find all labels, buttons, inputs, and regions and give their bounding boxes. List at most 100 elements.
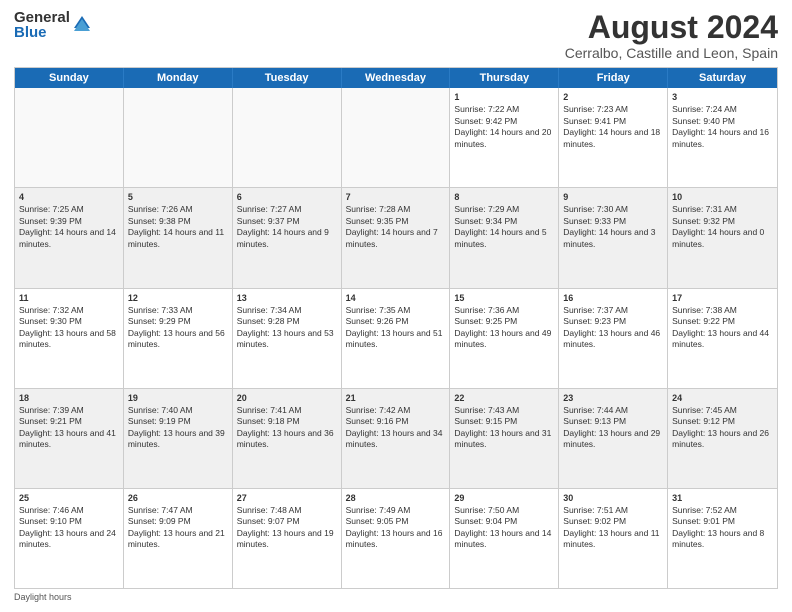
day-number: 28 bbox=[346, 492, 446, 504]
calendar-cell: 7Sunrise: 7:28 AMSunset: 9:35 PMDaylight… bbox=[342, 188, 451, 287]
day-number: 29 bbox=[454, 492, 554, 504]
day-info: Daylight: 14 hours and 9 minutes. bbox=[237, 227, 337, 250]
calendar-week: 4Sunrise: 7:25 AMSunset: 9:39 PMDaylight… bbox=[15, 188, 777, 288]
day-info: Sunset: 9:34 PM bbox=[454, 216, 554, 227]
day-info: Sunrise: 7:29 AM bbox=[454, 204, 554, 215]
calendar-cell: 15Sunrise: 7:36 AMSunset: 9:25 PMDayligh… bbox=[450, 289, 559, 388]
day-number: 26 bbox=[128, 492, 228, 504]
day-info: Sunset: 9:28 PM bbox=[237, 316, 337, 327]
title-block: August 2024 Cerralbo, Castille and Leon,… bbox=[565, 10, 778, 61]
calendar-cell: 13Sunrise: 7:34 AMSunset: 9:28 PMDayligh… bbox=[233, 289, 342, 388]
day-number: 3 bbox=[672, 91, 773, 103]
main-title: August 2024 bbox=[565, 10, 778, 45]
calendar-header-cell: Wednesday bbox=[342, 68, 451, 88]
day-info: Sunrise: 7:27 AM bbox=[237, 204, 337, 215]
day-number: 27 bbox=[237, 492, 337, 504]
day-number: 14 bbox=[346, 292, 446, 304]
day-info: Sunrise: 7:41 AM bbox=[237, 405, 337, 416]
day-info: Sunrise: 7:49 AM bbox=[346, 505, 446, 516]
day-info: Sunrise: 7:33 AM bbox=[128, 305, 228, 316]
day-info: Sunset: 9:15 PM bbox=[454, 416, 554, 427]
day-info: Sunset: 9:07 PM bbox=[237, 516, 337, 527]
day-info: Sunset: 9:25 PM bbox=[454, 316, 554, 327]
day-info: Daylight: 14 hours and 3 minutes. bbox=[563, 227, 663, 250]
calendar-cell bbox=[15, 88, 124, 187]
day-number: 2 bbox=[563, 91, 663, 103]
day-info: Sunrise: 7:32 AM bbox=[19, 305, 119, 316]
calendar-week: 18Sunrise: 7:39 AMSunset: 9:21 PMDayligh… bbox=[15, 389, 777, 489]
calendar-header-cell: Thursday bbox=[450, 68, 559, 88]
calendar-cell bbox=[233, 88, 342, 187]
calendar-cell: 24Sunrise: 7:45 AMSunset: 9:12 PMDayligh… bbox=[668, 389, 777, 488]
day-info: Sunset: 9:41 PM bbox=[563, 116, 663, 127]
page: General Blue August 2024 Cerralbo, Casti… bbox=[0, 0, 792, 612]
day-info: Daylight: 13 hours and 58 minutes. bbox=[19, 328, 119, 351]
day-info: Sunset: 9:16 PM bbox=[346, 416, 446, 427]
calendar-week: 1Sunrise: 7:22 AMSunset: 9:42 PMDaylight… bbox=[15, 88, 777, 188]
day-info: Sunset: 9:30 PM bbox=[19, 316, 119, 327]
day-info: Daylight: 13 hours and 44 minutes. bbox=[672, 328, 773, 351]
logo-text: General Blue bbox=[14, 10, 70, 40]
day-info: Daylight: 13 hours and 29 minutes. bbox=[563, 428, 663, 451]
calendar-cell: 25Sunrise: 7:46 AMSunset: 9:10 PMDayligh… bbox=[15, 489, 124, 588]
day-info: Sunrise: 7:31 AM bbox=[672, 204, 773, 215]
calendar-cell: 31Sunrise: 7:52 AMSunset: 9:01 PMDayligh… bbox=[668, 489, 777, 588]
day-number: 17 bbox=[672, 292, 773, 304]
day-info: Sunset: 9:29 PM bbox=[128, 316, 228, 327]
day-info: Sunrise: 7:44 AM bbox=[563, 405, 663, 416]
day-info: Sunrise: 7:47 AM bbox=[128, 505, 228, 516]
day-number: 9 bbox=[563, 191, 663, 203]
calendar-cell bbox=[342, 88, 451, 187]
calendar-cell: 23Sunrise: 7:44 AMSunset: 9:13 PMDayligh… bbox=[559, 389, 668, 488]
logo-general: General bbox=[14, 10, 70, 25]
day-info: Sunrise: 7:51 AM bbox=[563, 505, 663, 516]
calendar-cell: 2Sunrise: 7:23 AMSunset: 9:41 PMDaylight… bbox=[559, 88, 668, 187]
day-info: Sunset: 9:18 PM bbox=[237, 416, 337, 427]
day-info: Sunset: 9:12 PM bbox=[672, 416, 773, 427]
day-info: Sunrise: 7:23 AM bbox=[563, 104, 663, 115]
day-info: Sunrise: 7:39 AM bbox=[19, 405, 119, 416]
day-info: Sunrise: 7:43 AM bbox=[454, 405, 554, 416]
day-info: Daylight: 13 hours and 21 minutes. bbox=[128, 528, 228, 551]
day-info: Sunset: 9:32 PM bbox=[672, 216, 773, 227]
calendar-header-cell: Saturday bbox=[668, 68, 777, 88]
day-info: Daylight: 14 hours and 14 minutes. bbox=[19, 227, 119, 250]
day-info: Daylight: 13 hours and 24 minutes. bbox=[19, 528, 119, 551]
day-info: Daylight: 13 hours and 41 minutes. bbox=[19, 428, 119, 451]
calendar-cell: 5Sunrise: 7:26 AMSunset: 9:38 PMDaylight… bbox=[124, 188, 233, 287]
calendar-cell: 11Sunrise: 7:32 AMSunset: 9:30 PMDayligh… bbox=[15, 289, 124, 388]
day-info: Daylight: 13 hours and 49 minutes. bbox=[454, 328, 554, 351]
calendar-cell: 4Sunrise: 7:25 AMSunset: 9:39 PMDaylight… bbox=[15, 188, 124, 287]
calendar-cell: 6Sunrise: 7:27 AMSunset: 9:37 PMDaylight… bbox=[233, 188, 342, 287]
calendar-week: 25Sunrise: 7:46 AMSunset: 9:10 PMDayligh… bbox=[15, 489, 777, 588]
calendar-cell: 1Sunrise: 7:22 AMSunset: 9:42 PMDaylight… bbox=[450, 88, 559, 187]
calendar-cell: 9Sunrise: 7:30 AMSunset: 9:33 PMDaylight… bbox=[559, 188, 668, 287]
calendar-cell: 19Sunrise: 7:40 AMSunset: 9:19 PMDayligh… bbox=[124, 389, 233, 488]
logo-icon bbox=[72, 14, 92, 34]
calendar-cell: 26Sunrise: 7:47 AMSunset: 9:09 PMDayligh… bbox=[124, 489, 233, 588]
day-info: Daylight: 13 hours and 36 minutes. bbox=[237, 428, 337, 451]
day-info: Sunset: 9:37 PM bbox=[237, 216, 337, 227]
day-info: Daylight: 13 hours and 19 minutes. bbox=[237, 528, 337, 551]
day-info: Daylight: 13 hours and 11 minutes. bbox=[563, 528, 663, 551]
calendar-header-cell: Monday bbox=[124, 68, 233, 88]
day-info: Sunrise: 7:50 AM bbox=[454, 505, 554, 516]
header: General Blue August 2024 Cerralbo, Casti… bbox=[14, 10, 778, 61]
calendar-header-cell: Tuesday bbox=[233, 68, 342, 88]
day-info: Sunset: 9:10 PM bbox=[19, 516, 119, 527]
calendar-cell bbox=[124, 88, 233, 187]
day-info: Sunrise: 7:40 AM bbox=[128, 405, 228, 416]
day-info: Sunset: 9:35 PM bbox=[346, 216, 446, 227]
day-info: Sunset: 9:13 PM bbox=[563, 416, 663, 427]
day-info: Sunset: 9:33 PM bbox=[563, 216, 663, 227]
calendar-cell: 28Sunrise: 7:49 AMSunset: 9:05 PMDayligh… bbox=[342, 489, 451, 588]
day-number: 20 bbox=[237, 392, 337, 404]
day-info: Sunset: 9:22 PM bbox=[672, 316, 773, 327]
day-info: Sunset: 9:40 PM bbox=[672, 116, 773, 127]
calendar-cell: 17Sunrise: 7:38 AMSunset: 9:22 PMDayligh… bbox=[668, 289, 777, 388]
day-number: 4 bbox=[19, 191, 119, 203]
day-info: Daylight: 13 hours and 8 minutes. bbox=[672, 528, 773, 551]
day-number: 24 bbox=[672, 392, 773, 404]
day-number: 6 bbox=[237, 191, 337, 203]
calendar-header: SundayMondayTuesdayWednesdayThursdayFrid… bbox=[15, 68, 777, 88]
